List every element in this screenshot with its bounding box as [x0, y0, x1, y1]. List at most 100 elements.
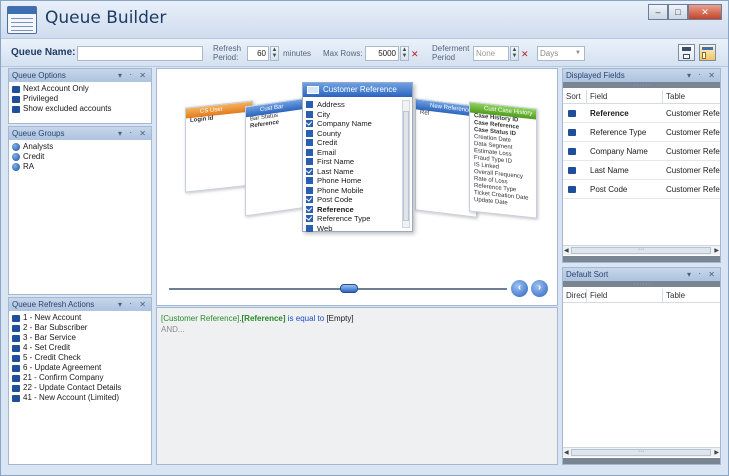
unchecked-checkbox-icon[interactable] — [306, 148, 313, 156]
panel-controls[interactable]: ▾ ᛫ ✕ — [687, 69, 717, 82]
scrollbar-thumb[interactable]: ⋯ — [571, 449, 711, 456]
checked-checkbox-icon[interactable] — [306, 120, 313, 128]
sort-cell[interactable] — [563, 124, 587, 142]
max-rows-clear-button[interactable]: ✕ — [411, 49, 419, 59]
carousel-card-cust-bar[interactable]: Cust Bar Bar Status Reference — [245, 97, 307, 217]
list-item[interactable]: Privileged — [12, 94, 148, 104]
deferment-clear-button[interactable]: ✕ — [521, 49, 529, 59]
list-item[interactable]: 3 - Bar Service — [12, 333, 148, 343]
panel-controls[interactable]: ▾ ᛫ ✕ — [687, 268, 717, 281]
criteria-operator[interactable]: is equal to — [288, 314, 324, 323]
sort-icon[interactable] — [568, 148, 576, 155]
field-item[interactable]: City — [306, 110, 372, 120]
list-item[interactable]: 6 - Update Agreement — [12, 363, 148, 373]
scrollbar-thumb[interactable]: ⋯ — [571, 247, 711, 254]
criteria-field[interactable]: [Reference] — [242, 314, 286, 323]
table-row[interactable]: Last Name Customer Reference — [563, 162, 720, 180]
column-header-table[interactable]: Table — [663, 90, 720, 104]
field-item[interactable]: First Name — [306, 157, 372, 167]
column-header-field[interactable]: Field — [587, 289, 663, 303]
scroll-right-icon[interactable]: ▶ — [714, 246, 719, 256]
criteria-line[interactable]: [Customer Reference].[Reference] is equa… — [161, 314, 354, 323]
list-item[interactable]: Show excluded accounts — [12, 104, 148, 114]
field-item[interactable]: Post Code — [306, 195, 372, 205]
list-item[interactable]: 21 - Confirm Company — [12, 373, 148, 383]
sort-icon[interactable] — [568, 110, 576, 117]
carousel-slider-thumb[interactable] — [340, 284, 358, 293]
list-item[interactable]: Credit — [12, 152, 148, 162]
queue-name-input[interactable] — [77, 46, 203, 61]
unchecked-checkbox-icon[interactable] — [306, 110, 313, 118]
table-row[interactable]: Reference Customer Reference — [563, 105, 720, 123]
field-item[interactable]: Email — [306, 148, 372, 158]
field-item[interactable]: County — [306, 129, 372, 139]
list-item[interactable]: 41 - New Account (Limited) — [12, 393, 148, 403]
carousel-card-case-history[interactable]: Cust Case History Case History ID Case Re… — [469, 101, 537, 219]
field-item[interactable]: Address — [306, 100, 372, 110]
sort-icon[interactable] — [568, 186, 576, 193]
horizontal-scrollbar[interactable]: ◀ ⋯ ▶ — [563, 245, 720, 255]
field-item[interactable]: Last Name — [306, 167, 372, 177]
field-item[interactable]: Web — [306, 224, 372, 234]
sort-cell[interactable] — [563, 181, 587, 199]
checked-checkbox-icon[interactable] — [306, 167, 313, 175]
field-list-scrollbar[interactable] — [402, 100, 410, 228]
carousel-card-cs-user[interactable]: CS User Login Id — [185, 100, 253, 193]
criteria-table[interactable]: [Customer Reference] — [161, 314, 239, 323]
scrollbar-thumb[interactable] — [403, 111, 409, 221]
sort-cell[interactable] — [563, 162, 587, 180]
scroll-left-icon[interactable]: ◀ — [564, 246, 569, 256]
table-row[interactable]: Post Code Customer Reference — [563, 181, 720, 199]
column-header-field[interactable]: Field — [587, 90, 663, 104]
carousel-card-new-reference[interactable]: New Reference St... Ref — [415, 98, 477, 218]
unchecked-checkbox-icon[interactable] — [306, 186, 313, 194]
field-item[interactable]: Phone Home — [306, 176, 372, 186]
checked-checkbox-icon[interactable] — [306, 215, 313, 223]
refresh-period-input[interactable]: 60 — [247, 46, 269, 61]
maximize-button[interactable]: □ — [668, 4, 688, 20]
field-item[interactable]: Phone Mobile — [306, 186, 372, 196]
next-arrow-icon[interactable]: › — [531, 280, 548, 297]
carousel-slider-track[interactable] — [169, 288, 507, 290]
carousel-card-customer-reference[interactable]: Customer Reference Address City Company Na… — [302, 82, 413, 234]
deferment-spinner[interactable]: ▲ ▼ — [510, 46, 519, 61]
save-icon[interactable] — [678, 44, 695, 61]
list-item[interactable]: 1 - New Account — [12, 313, 148, 323]
criteria-and[interactable]: AND... — [161, 325, 185, 334]
list-item[interactable]: RA — [12, 162, 148, 172]
max-rows-input[interactable]: 5000 — [365, 46, 399, 61]
close-button[interactable]: ✕ — [688, 4, 722, 20]
scroll-left-icon[interactable]: ◀ — [564, 448, 569, 458]
previous-arrow-icon[interactable]: ‹ — [511, 280, 528, 297]
column-header-table[interactable]: Table — [663, 289, 720, 303]
layout-icon[interactable] — [699, 44, 716, 61]
unchecked-checkbox-icon[interactable] — [306, 139, 313, 147]
checked-checkbox-icon[interactable] — [306, 196, 313, 204]
column-header-direction[interactable]: Direction — [563, 289, 587, 303]
sort-cell[interactable] — [563, 143, 587, 161]
list-item[interactable]: Analysts — [12, 142, 148, 152]
horizontal-scrollbar[interactable]: ◀ ⋯ ▶ — [563, 447, 720, 457]
unchecked-checkbox-icon[interactable] — [306, 101, 313, 109]
list-item[interactable]: 2 - Bar Subscriber — [12, 323, 148, 333]
list-item[interactable]: 4 - Set Credit — [12, 343, 148, 353]
unchecked-checkbox-icon[interactable] — [306, 224, 313, 232]
field-item[interactable]: Reference Type — [306, 214, 372, 224]
deferment-period-input[interactable]: None — [473, 46, 509, 61]
panel-controls[interactable]: ▾ ᛫ ✕ — [118, 69, 148, 82]
deferment-unit-select[interactable]: Days ▼ — [537, 46, 585, 61]
list-item[interactable]: 22 - Update Contact Details — [12, 383, 148, 393]
scroll-right-icon[interactable]: ▶ — [714, 448, 719, 458]
sort-icon[interactable] — [568, 129, 576, 136]
criteria-value[interactable]: [Empty] — [326, 314, 353, 323]
list-item[interactable]: Next Account Only — [12, 84, 148, 94]
panel-controls[interactable]: ▾ ᛫ ✕ — [118, 127, 148, 140]
field-item[interactable]: Credit — [306, 138, 372, 148]
field-item[interactable]: Company Name — [306, 119, 372, 129]
field-item[interactable]: Reference — [306, 205, 372, 215]
table-row[interactable]: Company Name Customer Reference — [563, 143, 720, 161]
minimize-button[interactable]: – — [648, 4, 668, 20]
table-row[interactable]: Reference Type Customer Reference — [563, 124, 720, 142]
column-header-sort[interactable]: Sort — [563, 90, 587, 104]
unchecked-checkbox-icon[interactable] — [306, 158, 313, 166]
